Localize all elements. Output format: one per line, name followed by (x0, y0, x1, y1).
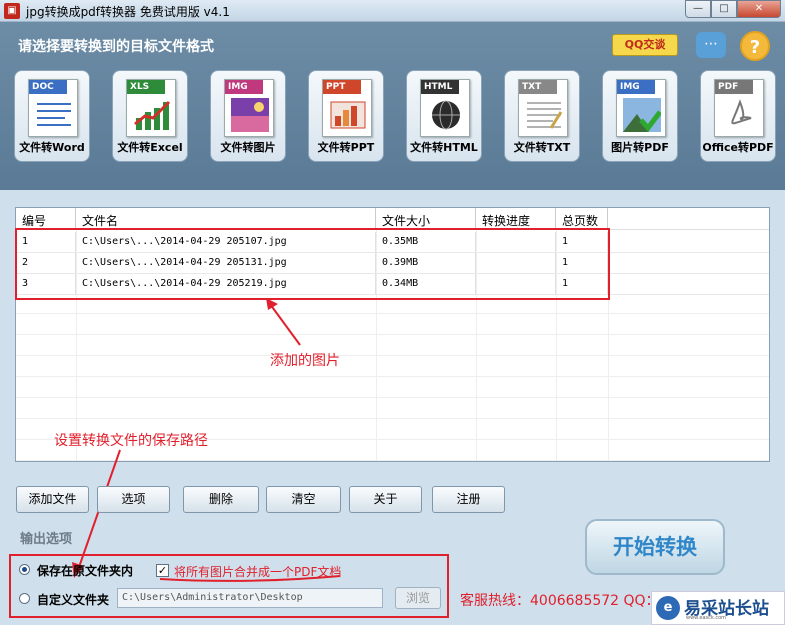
tool-tag: TXT (519, 80, 557, 94)
add-file-button[interactable]: 添加文件 (16, 486, 89, 513)
tool-excel[interactable]: XLS 文件转Excel (112, 70, 188, 162)
register-button[interactable]: 注册 (432, 486, 505, 513)
grid-row (16, 398, 769, 419)
annotation-images-added: 添加的图片 (270, 353, 340, 369)
window-controls: — □ ✕ (685, 0, 781, 18)
watermark-icon: e (656, 596, 680, 620)
format-header: 请选择要转换到的目标文件格式 QQ交谈 ⋯ ? DOC 文件转Word XLS … (0, 22, 785, 190)
pdf-icon: PDF (714, 79, 764, 137)
col-size[interactable]: 文件大小 (376, 208, 476, 229)
minimize-button[interactable]: — (685, 0, 711, 18)
app-icon: ▣ (4, 3, 20, 19)
watermark-logo: e 易采站长站 www.easck.com (651, 591, 785, 625)
col-number[interactable]: 编号 (16, 208, 76, 229)
title-bar: ▣ jpg转换成pdf转换器 免费试用版 v4.1 — □ ✕ (0, 0, 785, 22)
tool-html[interactable]: HTML 文件转HTML (406, 70, 482, 162)
tool-tag: IMG (617, 80, 655, 94)
tool-label: 文件转HTML (410, 141, 478, 154)
tool-label: 文件转Excel (117, 141, 183, 154)
tool-ppt[interactable]: PPT 文件转PPT (308, 70, 384, 162)
qq-chat-button[interactable]: QQ交谈 (612, 34, 678, 56)
col-pages[interactable]: 总页数 (556, 208, 608, 229)
tool-image[interactable]: IMG 文件转图片 (210, 70, 286, 162)
output-path-field[interactable]: C:\Users\Administrator\Desktop (117, 588, 383, 608)
grid-row (16, 335, 769, 356)
col-progress[interactable]: 转换进度 (476, 208, 556, 229)
grid-row (16, 356, 769, 377)
help-icon[interactable]: ? (740, 31, 770, 61)
tool-tag: PDF (715, 80, 753, 94)
tool-txt[interactable]: TXT 文件转TXT (504, 70, 580, 162)
maximize-button[interactable]: □ (711, 0, 737, 18)
hotline-text: 客服热线：4006685572 QQ： (460, 593, 660, 609)
merge-pdf-label: 将所有图片合并成一个PDF文档 (174, 565, 342, 579)
start-convert-button[interactable]: 开始转换 (585, 519, 725, 575)
browse-button[interactable]: 浏览 (395, 587, 441, 609)
tool-image-to-pdf[interactable]: IMG 图片转PDF (602, 70, 678, 162)
output-options-label: 输出选项 (20, 532, 73, 547)
options-button[interactable]: 选项 (97, 486, 170, 513)
close-button[interactable]: ✕ (737, 0, 781, 18)
tool-word[interactable]: DOC 文件转Word (14, 70, 90, 162)
clear-button[interactable]: 清空 (266, 486, 341, 513)
tool-tag: DOC (29, 80, 67, 94)
format-toolbar: DOC 文件转Word XLS 文件转Excel IMG 文件转图片 PPT 文… (14, 70, 776, 162)
tool-tag: XLS (127, 80, 165, 94)
table-header: 编号 文件名 文件大小 转换进度 总页数 (16, 208, 769, 230)
tool-label: 图片转PDF (611, 141, 669, 154)
grid-row (16, 377, 769, 398)
custom-folder-label: 自定义文件夹 (37, 593, 110, 607)
tool-label: 文件转图片 (220, 141, 276, 154)
tool-tag: IMG (225, 80, 263, 94)
watermark-subtext: www.easck.com (686, 615, 727, 621)
radio-save-in-source[interactable] (19, 564, 30, 575)
about-button[interactable]: 关于 (349, 486, 422, 513)
radio-custom-folder[interactable] (19, 593, 30, 604)
tool-office-to-pdf[interactable]: PDF Office转PDF (700, 70, 776, 162)
annotation-box-files (15, 228, 610, 300)
txt-icon: TXT (518, 79, 568, 137)
image-to-pdf-icon: IMG (616, 79, 666, 137)
html-globe-icon: HTML (420, 79, 470, 137)
tool-tag: PPT (323, 80, 361, 94)
annotation-save-path: 设置转换文件的保存路径 (54, 433, 208, 449)
image-icon: IMG (224, 79, 274, 137)
window-title: jpg转换成pdf转换器 免费试用版 v4.1 (26, 5, 230, 19)
tool-label: Office转PDF (702, 141, 774, 154)
save-in-source-label: 保存在原文件夹内 (37, 564, 134, 578)
merge-pdf-checkbox[interactable]: ✓ (156, 564, 169, 577)
tool-tag: HTML (421, 80, 459, 94)
tool-label: 文件转TXT (513, 141, 571, 154)
delete-button[interactable]: 删除 (183, 486, 259, 513)
tool-label: 文件转Word (19, 141, 85, 154)
col-filename[interactable]: 文件名 (76, 208, 376, 229)
chat-bubble-icon[interactable]: ⋯ (696, 32, 726, 58)
ppt-icon: PPT (322, 79, 372, 137)
tool-label: 文件转PPT (317, 141, 375, 154)
excel-chart-icon: XLS (126, 79, 176, 137)
header-title: 请选择要转换到的目标文件格式 (18, 39, 214, 55)
word-doc-icon: DOC (28, 79, 78, 137)
grid-row (16, 314, 769, 335)
